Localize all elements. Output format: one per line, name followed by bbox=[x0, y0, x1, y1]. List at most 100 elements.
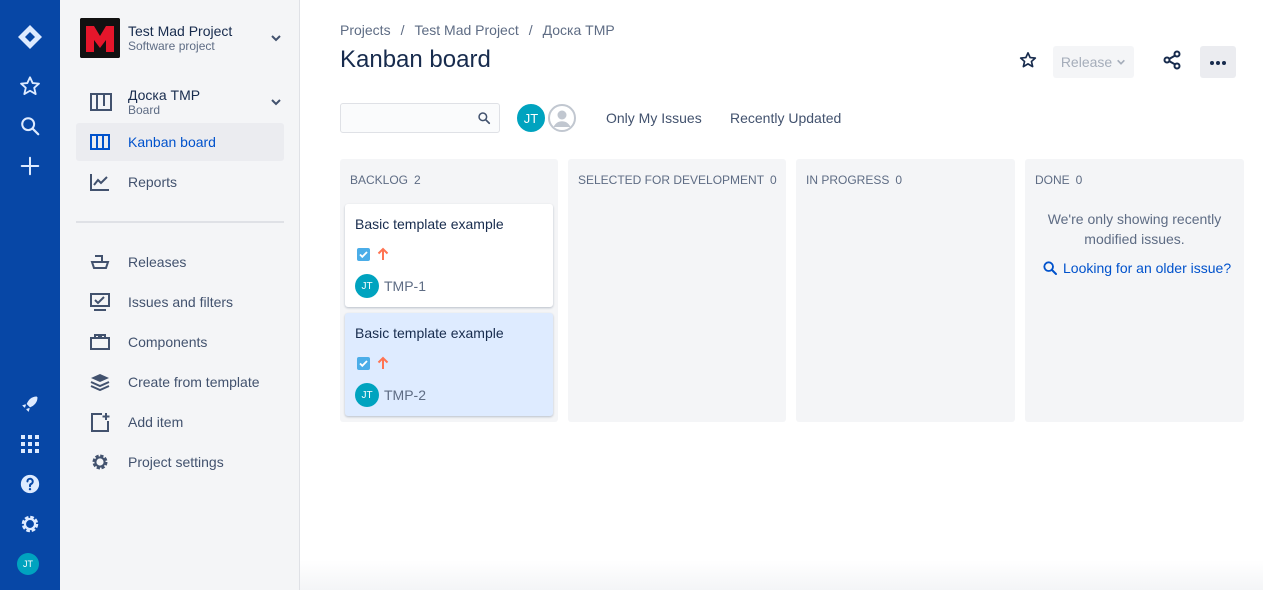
done-column-message: We're only showing recently modified iss… bbox=[1047, 211, 1222, 247]
chevron-down-icon bbox=[268, 30, 284, 46]
search-field bbox=[340, 103, 500, 133]
footer-fade bbox=[300, 560, 1263, 590]
board-column-in-progress: IN PROGRESS 0 bbox=[796, 159, 1015, 422]
assignee-avatar: JT bbox=[355, 274, 379, 298]
story-type-icon bbox=[357, 248, 370, 261]
more-actions-button[interactable] bbox=[1200, 46, 1236, 78]
sidebar-item-label: Add item bbox=[128, 414, 184, 430]
board-column-done: DONE 0 We're only showing recently modifi… bbox=[1025, 159, 1244, 422]
sidebar-item-create-from-template[interactable]: Create from template bbox=[76, 363, 284, 401]
search-icon bbox=[1042, 260, 1058, 276]
more-icon bbox=[1209, 53, 1227, 71]
issue-summary: Basic template example bbox=[355, 325, 504, 341]
story-type-icon bbox=[357, 357, 370, 370]
search-icon bbox=[477, 111, 491, 130]
breadcrumb: Projects / Test Mad Project / Доска TMP bbox=[340, 22, 615, 38]
add-page-icon bbox=[76, 412, 128, 432]
column-count: 0 bbox=[770, 173, 777, 187]
create-icon[interactable] bbox=[15, 151, 45, 181]
reports-icon bbox=[76, 173, 128, 191]
share-button[interactable] bbox=[1157, 46, 1187, 78]
star-icon[interactable] bbox=[15, 71, 45, 101]
sidebar-item-project-settings[interactable]: Project settings bbox=[76, 443, 284, 481]
column-count: 2 bbox=[414, 173, 421, 187]
older-issues-link[interactable]: Looking for an older issue? bbox=[1042, 260, 1231, 276]
sidebar-item-label: Kanban board bbox=[128, 134, 216, 150]
column-header: IN PROGRESS 0 bbox=[806, 173, 902, 187]
column-header: DONE 0 bbox=[1035, 173, 1082, 187]
board-name: Доска TMP bbox=[128, 87, 201, 103]
sidebar-item-add-item[interactable]: Add item bbox=[76, 403, 284, 441]
sidebar-item-kanban-board[interactable]: Kanban board bbox=[76, 123, 284, 161]
issue-key[interactable]: TMP-2 bbox=[384, 387, 426, 403]
star-button[interactable] bbox=[1013, 46, 1043, 78]
project-logo bbox=[80, 18, 120, 58]
layers-icon bbox=[76, 373, 128, 391]
board-column-selected-for-development: SELECTED FOR DEVELOPMENT 0 bbox=[568, 159, 786, 422]
older-issues-link-label: Looking for an older issue? bbox=[1063, 260, 1232, 276]
jira-logo-icon[interactable] bbox=[15, 22, 45, 52]
issue-card[interactable]: Basic template example JT TMP-1 bbox=[345, 204, 553, 307]
issue-summary: Basic template example bbox=[355, 216, 504, 232]
search-input[interactable] bbox=[341, 104, 471, 132]
global-navigation: JT bbox=[0, 0, 60, 590]
project-sidebar: Test Mad Project Software project Доска … bbox=[60, 0, 300, 590]
search-icon[interactable] bbox=[15, 111, 45, 141]
sidebar-item-issues-and-filters[interactable]: Issues and filters bbox=[76, 283, 284, 321]
only-my-issues-filter[interactable]: Only My Issues bbox=[606, 110, 702, 126]
project-switcher[interactable]: Test Mad Project Software project bbox=[80, 18, 284, 58]
app-switcher-icon[interactable] bbox=[15, 429, 45, 459]
column-title: SELECTED FOR DEVELOPMENT bbox=[578, 173, 765, 187]
sidebar-item-label: Components bbox=[128, 334, 208, 350]
board-type: Board bbox=[128, 103, 161, 117]
sidebar-item-reports[interactable]: Reports bbox=[76, 163, 284, 201]
breadcrumb-separator: / bbox=[400, 22, 405, 38]
rocket-icon[interactable] bbox=[15, 389, 45, 419]
user-icon bbox=[548, 104, 576, 136]
sidebar-divider bbox=[76, 221, 284, 223]
share-icon bbox=[1162, 50, 1182, 75]
star-icon bbox=[1019, 51, 1037, 74]
help-icon[interactable] bbox=[15, 469, 45, 499]
unassigned-filter-avatar[interactable] bbox=[546, 102, 578, 134]
release-label: Release bbox=[1060, 54, 1113, 70]
board-switcher[interactable]: Доска TMP Board bbox=[80, 86, 284, 118]
sidebar-item-label: Project settings bbox=[128, 454, 224, 470]
assignee-avatar: JT bbox=[355, 383, 379, 407]
chevron-down-icon bbox=[268, 94, 284, 110]
recently-updated-filter[interactable]: Recently Updated bbox=[730, 110, 841, 126]
ship-icon bbox=[76, 254, 128, 270]
gear-icon bbox=[76, 452, 128, 472]
issues-icon bbox=[76, 293, 128, 311]
project-name: Test Mad Project bbox=[128, 23, 233, 39]
breadcrumb-project[interactable]: Test Mad Project bbox=[414, 22, 518, 38]
breadcrumb-board[interactable]: Доска TMP bbox=[543, 22, 615, 38]
breadcrumb-separator: / bbox=[528, 22, 533, 38]
issue-key[interactable]: TMP-1 bbox=[384, 278, 426, 294]
sidebar-item-label: Issues and filters bbox=[128, 294, 234, 310]
breadcrumb-projects[interactable]: Projects bbox=[340, 22, 391, 38]
release-button[interactable]: Release bbox=[1053, 46, 1134, 78]
sidebar-item-label: Reports bbox=[128, 174, 178, 190]
column-title: DONE bbox=[1035, 173, 1070, 187]
sidebar-item-components[interactable]: Components bbox=[76, 323, 284, 361]
issue-card[interactable]: Basic template example JT TMP-2 bbox=[345, 313, 553, 416]
user-avatar[interactable]: JT bbox=[17, 553, 39, 575]
board-icon bbox=[80, 93, 120, 111]
priority-high-icon bbox=[377, 356, 389, 375]
project-type: Software project bbox=[128, 39, 215, 53]
page-title: Kanban board bbox=[340, 46, 491, 73]
settings-icon[interactable] bbox=[15, 509, 45, 539]
column-title: BACKLOG bbox=[350, 173, 409, 187]
chevron-down-icon bbox=[1116, 57, 1126, 67]
assignee-filter-avatar[interactable]: JT bbox=[515, 102, 547, 134]
sidebar-item-label: Create from template bbox=[128, 374, 260, 390]
sidebar-item-releases[interactable]: Releases bbox=[76, 243, 284, 281]
column-header: SELECTED FOR DEVELOPMENT 0 bbox=[578, 173, 777, 187]
priority-high-icon bbox=[377, 247, 389, 266]
board-column-backlog: BACKLOG 2 Basic template example JT TMP-1… bbox=[340, 159, 558, 422]
column-title: IN PROGRESS bbox=[806, 173, 890, 187]
components-icon bbox=[76, 334, 128, 350]
sidebar-item-label: Releases bbox=[128, 254, 187, 270]
column-count: 0 bbox=[1075, 173, 1083, 187]
